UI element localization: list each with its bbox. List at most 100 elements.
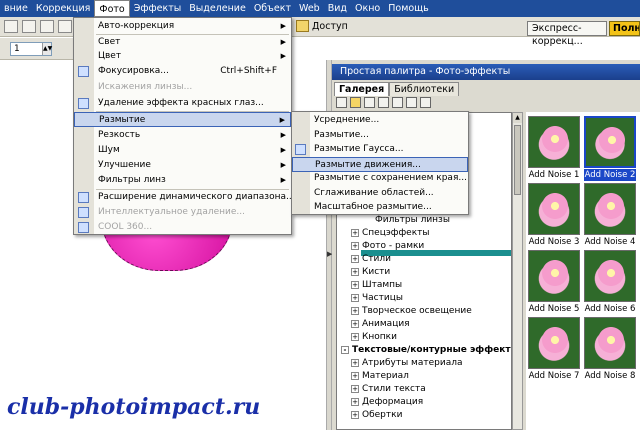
- expand-icon[interactable]: +: [351, 294, 359, 302]
- full-edit-button[interactable]: Полно: [609, 21, 640, 36]
- spinner-arrows-icon[interactable]: ▲▼: [42, 43, 52, 55]
- photo-menu-item[interactable]: Фильтры линз ▶: [74, 173, 291, 188]
- tree-item[interactable]: + Атрибуты материала: [351, 357, 462, 370]
- menu-0[interactable]: вние: [0, 0, 32, 17]
- expand-icon[interactable]: +: [351, 320, 359, 328]
- thumbnail-caption: Add Noise 3: [528, 237, 580, 247]
- expand-icon[interactable]: +: [351, 333, 359, 341]
- photo-menu-item[interactable]: Расширение динамического диапазона...: [74, 190, 295, 205]
- effect-thumbnail[interactable]: Add Noise 8: [584, 317, 636, 383]
- tree-item[interactable]: + Фото - рамки: [351, 240, 424, 253]
- tree-item[interactable]: + Стили текста: [351, 383, 426, 396]
- list-icon[interactable]: [378, 97, 389, 108]
- blur-submenu-item[interactable]: Размытие движения...: [292, 156, 468, 172]
- expand-icon[interactable]: +: [351, 307, 359, 315]
- tree-item-label: Материал: [362, 371, 409, 381]
- photo-menu-item[interactable]: Авто-коррекция ▶: [74, 19, 291, 34]
- photo-menu-item[interactable]: Шум ▶: [74, 143, 291, 158]
- gallery-icon[interactable]: [392, 97, 403, 108]
- tree-item[interactable]: + Материал: [351, 370, 409, 383]
- menu-5[interactable]: Объект: [250, 0, 295, 17]
- tree-item[interactable]: + Творческое освещение: [351, 305, 472, 318]
- collapse-icon[interactable]: -: [341, 346, 349, 354]
- photo-menu-item[interactable]: Резкость ▶: [74, 128, 291, 143]
- blur-submenu-item[interactable]: Размытие Гаусса...: [292, 142, 468, 157]
- palette-tab-0[interactable]: Галерея: [334, 82, 390, 96]
- expand-icon[interactable]: +: [351, 281, 359, 289]
- effect-thumbnail[interactable]: Add Noise 2: [584, 116, 636, 182]
- lotus-flower-icon: [595, 259, 627, 287]
- blur-submenu-item[interactable]: Сглаживание областей...: [292, 186, 468, 201]
- thumbnail-image: [528, 183, 580, 235]
- menu-7[interactable]: Вид: [324, 0, 351, 17]
- photo-menu-item[interactable]: Цвет ▶: [74, 49, 291, 64]
- paste-icon[interactable]: [40, 20, 54, 33]
- photo-menu-item[interactable]: Удаление эффекта красных глаз...: [74, 96, 291, 111]
- sort-icon[interactable]: [364, 97, 375, 108]
- size-spinner[interactable]: 1 ▲▼: [10, 42, 52, 56]
- effect-thumbnail[interactable]: Add Noise 3: [528, 183, 580, 249]
- expand-icon[interactable]: +: [351, 242, 359, 250]
- blur-submenu-item[interactable]: Масштабное размытие...: [292, 200, 468, 215]
- search-icon[interactable]: [406, 97, 417, 108]
- brush-icon[interactable]: [4, 20, 18, 33]
- effect-thumbnail[interactable]: Add Noise 6: [584, 250, 636, 316]
- expand-icon[interactable]: +: [351, 411, 359, 419]
- expand-icon[interactable]: +: [351, 359, 359, 367]
- access-label: Доступ: [312, 21, 348, 32]
- expand-icon[interactable]: +: [351, 372, 359, 380]
- access-button[interactable]: Доступ: [296, 19, 348, 34]
- tree-item[interactable]: + Деформация: [351, 396, 423, 409]
- tree-item[interactable]: - Текстовые/контурные эффекты: [341, 344, 511, 357]
- tree-item[interactable]: + Частицы: [351, 292, 403, 305]
- photo-menu-item[interactable]: Размытие ▶: [74, 112, 291, 127]
- effect-thumbnail[interactable]: Add Noise 1: [528, 116, 580, 182]
- photo-menu-item[interactable]: Фокусировка... Ctrl+Shift+F: [74, 64, 291, 79]
- tree-item[interactable]: + Спецэффекты: [351, 227, 429, 240]
- effect-thumbnail[interactable]: Add Noise 7: [528, 317, 580, 383]
- effect-thumbnail[interactable]: Add Noise 4: [584, 183, 636, 249]
- expand-icon[interactable]: +: [351, 268, 359, 276]
- menu-2[interactable]: Фото: [94, 0, 130, 17]
- menu-8[interactable]: Окно: [351, 0, 384, 17]
- undo-icon[interactable]: [58, 20, 72, 33]
- tree-item[interactable]: + Анимация: [351, 318, 410, 331]
- tree-item[interactable]: + Кнопки: [351, 331, 397, 344]
- expand-icon[interactable]: +: [351, 385, 359, 393]
- tree-view-icon[interactable]: [350, 97, 361, 108]
- photo-menu-item-label: Фильтры линз: [98, 175, 166, 185]
- express-fix-button[interactable]: Экспресс-коррекц...: [527, 21, 607, 47]
- menu-3[interactable]: Эффекты: [130, 0, 186, 17]
- home-icon[interactable]: [336, 97, 347, 108]
- expand-icon[interactable]: +: [351, 255, 359, 263]
- menu-item-icon: [78, 192, 89, 203]
- photo-menu-item[interactable]: Улучшение ▶: [74, 158, 291, 173]
- expand-icon[interactable]: +: [351, 229, 359, 237]
- photo-menu-item[interactable]: Свет ▶: [74, 35, 291, 50]
- access-icon: [296, 20, 309, 32]
- expand-icon[interactable]: +: [351, 398, 359, 406]
- copy-icon[interactable]: [22, 20, 36, 33]
- watermark: club-photoimpact.ru: [7, 394, 261, 420]
- menu-6[interactable]: Web: [295, 0, 324, 17]
- tree-scrollbar[interactable]: ▲: [512, 112, 523, 430]
- tree-item[interactable]: Фильтры линзы: [375, 214, 450, 227]
- scroll-up-icon[interactable]: ▲: [513, 113, 522, 123]
- menu-4[interactable]: Выделение: [185, 0, 250, 17]
- menu-item-icon: [78, 222, 89, 233]
- properties-icon[interactable]: [420, 97, 431, 108]
- blur-submenu-item[interactable]: Размытие...: [292, 128, 468, 143]
- tree-item[interactable]: + Штампы: [351, 279, 402, 292]
- blur-submenu-item-label: Масштабное размытие...: [314, 202, 432, 212]
- tree-item[interactable]: + Обертки: [351, 409, 402, 422]
- palette-tab-1[interactable]: Библиотеки: [389, 82, 460, 96]
- menu-9[interactable]: Помощь: [384, 0, 432, 17]
- blur-submenu-item[interactable]: Усреднение...: [292, 113, 468, 128]
- blur-submenu-item[interactable]: Размытие с сохранением края...: [292, 171, 468, 186]
- photo-menu-item-label: Размытие: [99, 115, 146, 125]
- tree-item[interactable]: + Стили: [351, 253, 391, 266]
- menu-1[interactable]: Коррекция: [32, 0, 95, 17]
- scroll-thumb[interactable]: [514, 125, 521, 195]
- tree-item[interactable]: + Кисти: [351, 266, 390, 279]
- effect-thumbnail[interactable]: Add Noise 5: [528, 250, 580, 316]
